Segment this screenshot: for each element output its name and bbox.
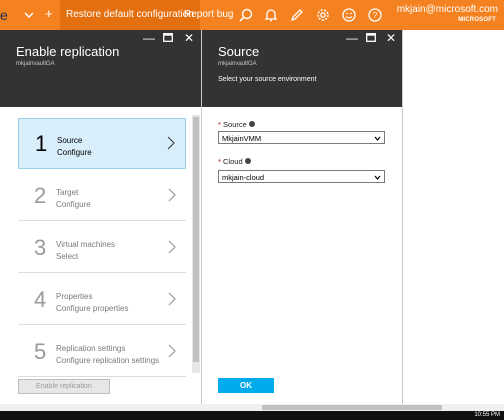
- maximize-icon[interactable]: [366, 33, 376, 42]
- chevron-right-icon: [168, 344, 176, 358]
- step-list: 1 Source Configure 2 Target Configure 3 …: [18, 118, 186, 379]
- chevron-down-icon: [374, 175, 381, 180]
- scrollbar-thumb[interactable]: [193, 117, 199, 362]
- blade-title: Source: [218, 44, 260, 59]
- step-subtitle: Configure replication settings: [56, 356, 160, 365]
- step-number: 2: [34, 183, 47, 208]
- gear-icon[interactable]: [315, 7, 331, 23]
- vertical-scrollbar[interactable]: [192, 115, 200, 373]
- top-bar: e + Restore default configuration Report…: [0, 0, 504, 30]
- ok-button[interactable]: OK: [218, 378, 274, 393]
- chevron-right-icon: [168, 188, 176, 202]
- source-label-text: Source: [223, 120, 247, 129]
- scrollbar-thumb[interactable]: [262, 405, 442, 410]
- close-icon[interactable]: ✕: [386, 31, 396, 45]
- minimize-icon[interactable]: —: [346, 31, 358, 45]
- chevron-right-icon: [168, 292, 176, 306]
- blade-subtitle: mkjainvaultGA: [218, 61, 257, 67]
- restore-default-button[interactable]: Restore default configuration: [60, 0, 200, 30]
- enable-replication-button[interactable]: Enable replication: [18, 379, 110, 394]
- maximize-icon[interactable]: [163, 33, 173, 42]
- report-bug-button[interactable]: Report bug: [184, 0, 233, 30]
- step-title: Target: [56, 188, 79, 197]
- chevron-right-icon: [167, 136, 175, 150]
- minimize-icon[interactable]: —: [143, 31, 155, 45]
- source-label: * Source: [218, 120, 255, 129]
- cloud-select-value: mkjain-cloud: [222, 173, 265, 182]
- taskbar: 10:55 PM: [0, 411, 504, 420]
- chevron-down-icon[interactable]: [22, 8, 36, 22]
- step-subtitle: Select: [56, 252, 79, 261]
- step-subtitle: Configure: [56, 200, 91, 209]
- step-virtual-machines[interactable]: 3 Virtual machines Select: [18, 223, 186, 273]
- step-number: 5: [34, 339, 47, 364]
- step-number: 1: [35, 131, 48, 156]
- svg-text:?: ?: [373, 11, 378, 20]
- step-subtitle: Configure properties: [56, 304, 129, 313]
- blade-header: Source mkjainvaultGA Select your source …: [202, 30, 402, 107]
- step-replication-settings[interactable]: 5 Replication settings Configure replica…: [18, 327, 186, 377]
- edit-icon[interactable]: [289, 7, 305, 23]
- search-icon[interactable]: [238, 7, 254, 23]
- user-org: MICROSOFT: [458, 17, 496, 23]
- step-properties[interactable]: 4 Properties Configure properties: [18, 275, 186, 325]
- blade-header: Enable replication mkjainvaultGA — ✕: [0, 30, 201, 107]
- user-email[interactable]: mkjain@microsoft.com: [397, 4, 498, 15]
- step-title: Virtual machines: [56, 240, 115, 249]
- bell-icon[interactable]: [263, 7, 279, 23]
- step-title: Properties: [56, 292, 93, 301]
- brand-logo: e: [0, 7, 8, 23]
- cloud-select[interactable]: mkjain-cloud: [218, 170, 385, 183]
- source-select[interactable]: MkjainVMM: [218, 131, 385, 144]
- smiley-icon[interactable]: [341, 7, 357, 23]
- plus-icon[interactable]: +: [45, 6, 53, 21]
- blade-description: Select your source environment: [218, 76, 317, 83]
- blade-title: Enable replication: [16, 44, 120, 59]
- chevron-right-icon: [168, 240, 176, 254]
- info-icon[interactable]: [248, 121, 255, 127]
- horizontal-scrollbar[interactable]: [0, 404, 504, 411]
- step-subtitle: Configure: [57, 148, 92, 157]
- source-select-value: MkjainVMM: [222, 134, 262, 143]
- step-number: 4: [34, 287, 47, 312]
- blade-subtitle: mkjainvaultGA: [16, 61, 55, 67]
- clock: 10:55 PM: [474, 412, 500, 418]
- info-icon[interactable]: [244, 158, 251, 164]
- step-title: Source: [57, 136, 83, 145]
- help-icon[interactable]: ?: [367, 7, 383, 23]
- chevron-down-icon: [374, 136, 381, 141]
- cloud-label: * Cloud: [218, 157, 251, 166]
- step-source[interactable]: 1 Source Configure: [18, 118, 186, 169]
- step-title: Replication settings: [56, 344, 126, 353]
- close-icon[interactable]: ✕: [184, 31, 194, 45]
- step-number: 3: [34, 235, 47, 260]
- cloud-label-text: Cloud: [223, 157, 243, 166]
- enable-replication-blade: Enable replication mkjainvaultGA — ✕ 1 S…: [0, 30, 202, 404]
- source-blade: Source mkjainvaultGA Select your source …: [202, 30, 403, 404]
- step-target[interactable]: 2 Target Configure: [18, 171, 186, 221]
